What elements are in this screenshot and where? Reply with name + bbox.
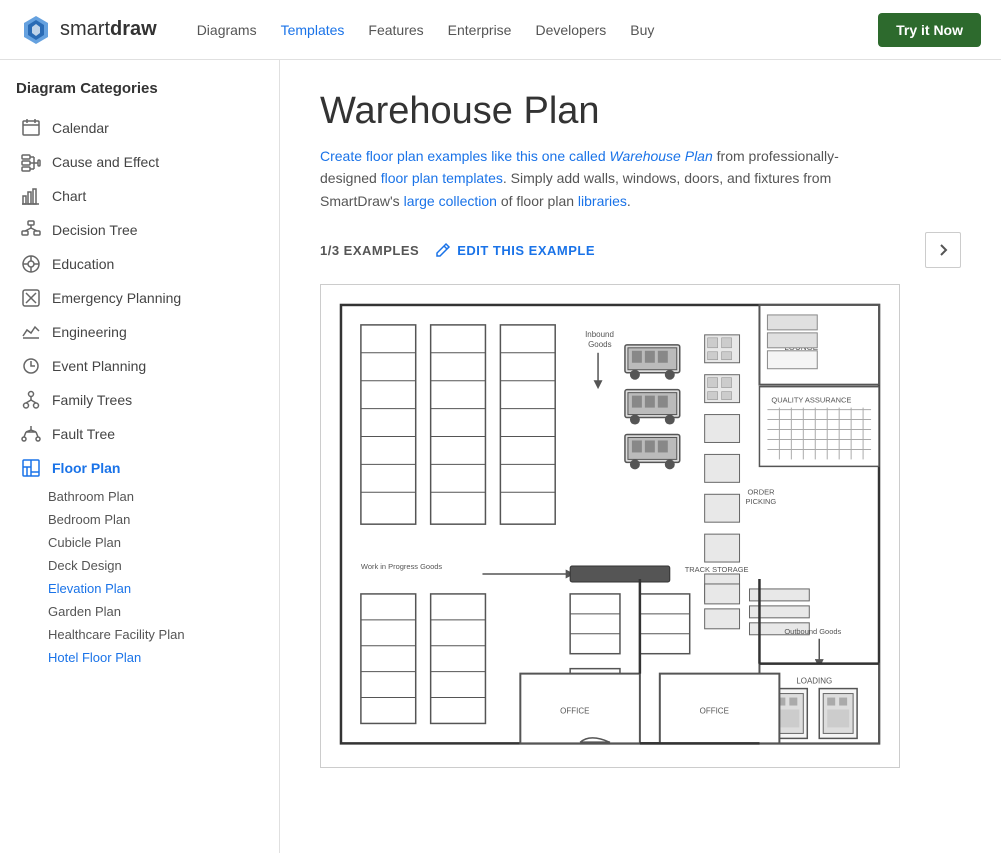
sidebar-item-fault-tree[interactable]: Fault Tree: [16, 417, 263, 451]
sub-item-bedroom[interactable]: Bedroom Plan: [48, 508, 263, 531]
sidebar-item-family-trees[interactable]: Family Trees: [16, 383, 263, 417]
sidebar-sub-items: Bathroom Plan Bedroom Plan Cubicle Plan …: [16, 485, 263, 669]
sidebar-item-floor-plan[interactable]: Floor Plan: [16, 451, 263, 485]
nav-enterprise[interactable]: Enterprise: [448, 22, 512, 38]
chart-icon: [20, 185, 42, 207]
try-now-button[interactable]: Try it Now: [878, 13, 981, 47]
sidebar-label-engineering: Engineering: [52, 324, 127, 340]
main-container: Diagram Categories Calendar: [0, 60, 1001, 853]
svg-text:QUALITY ASSURANCE: QUALITY ASSURANCE: [771, 396, 851, 405]
svg-text:Inbound: Inbound: [585, 330, 614, 339]
emergency-icon: [20, 287, 42, 309]
sidebar-item-emergency[interactable]: Emergency Planning: [16, 281, 263, 315]
sidebar-label-cause-effect: Cause and Effect: [52, 154, 159, 170]
sidebar: Diagram Categories Calendar: [0, 60, 280, 853]
event-icon: [20, 355, 42, 377]
navbar: smartdraw Diagrams Templates Features En…: [0, 0, 1001, 60]
sub-item-deck[interactable]: Deck Design: [48, 554, 263, 577]
svg-text:Work in Progress Goods: Work in Progress Goods: [361, 562, 442, 571]
main-content: Warehouse Plan Create floor plan example…: [280, 60, 1001, 853]
sub-item-healthcare[interactable]: Healthcare Facility Plan: [48, 623, 263, 646]
sidebar-item-cause-effect[interactable]: Cause and Effect: [16, 145, 263, 179]
svg-text:ORDER: ORDER: [748, 487, 776, 496]
nav-developers[interactable]: Developers: [535, 22, 606, 38]
sidebar-label-floor-plan: Floor Plan: [52, 460, 120, 476]
sub-item-cubicle[interactable]: Cubicle Plan: [48, 531, 263, 554]
warehouse-svg: Inbound Goods: [331, 295, 889, 753]
svg-text:PICKING: PICKING: [746, 497, 777, 506]
svg-text:LOADING: LOADING: [796, 677, 832, 686]
fault-tree-icon: [20, 423, 42, 445]
nav-links: Diagrams Templates Features Enterprise D…: [197, 22, 878, 38]
sub-item-bathroom[interactable]: Bathroom Plan: [48, 485, 263, 508]
svg-text:TRACK STORAGE: TRACK STORAGE: [685, 565, 749, 574]
sub-item-hotel[interactable]: Hotel Floor Plan: [48, 646, 263, 669]
page-description: Create floor plan examples like this one…: [320, 145, 880, 212]
sidebar-item-decision-tree[interactable]: Decision Tree: [16, 213, 263, 247]
example-count: 1/3 EXAMPLES: [320, 243, 419, 258]
calendar-icon: [20, 117, 42, 139]
sidebar-item-event[interactable]: Event Planning: [16, 349, 263, 383]
edit-label: EDIT THIS EXAMPLE: [457, 243, 595, 258]
sidebar-label-event: Event Planning: [52, 358, 146, 374]
nav-diagrams[interactable]: Diagrams: [197, 22, 257, 38]
warehouse-diagram: Inbound Goods: [320, 284, 900, 767]
sidebar-heading: Diagram Categories: [16, 80, 263, 97]
logo[interactable]: smartdraw: [20, 14, 157, 46]
sidebar-label-education: Education: [52, 256, 114, 272]
sidebar-item-chart[interactable]: Chart: [16, 179, 263, 213]
sidebar-label-calendar: Calendar: [52, 120, 109, 136]
sidebar-label-decision-tree: Decision Tree: [52, 222, 138, 238]
sidebar-item-calendar[interactable]: Calendar: [16, 111, 263, 145]
sidebar-item-education[interactable]: Education: [16, 247, 263, 281]
floor-plan-icon: [20, 457, 42, 479]
svg-text:Goods: Goods: [588, 340, 611, 349]
engineering-icon: [20, 321, 42, 343]
sidebar-label-chart: Chart: [52, 188, 86, 204]
page-title: Warehouse Plan: [320, 90, 961, 133]
logo-text: smartdraw: [60, 18, 157, 41]
sub-item-garden[interactable]: Garden Plan: [48, 600, 263, 623]
next-example-button[interactable]: [925, 232, 961, 268]
nav-buy[interactable]: Buy: [630, 22, 654, 38]
decision-tree-icon: [20, 219, 42, 241]
nav-templates[interactable]: Templates: [281, 22, 345, 38]
family-trees-icon: [20, 389, 42, 411]
sidebar-label-family-trees: Family Trees: [52, 392, 132, 408]
edit-example-link[interactable]: EDIT THIS EXAMPLE: [435, 242, 595, 258]
sub-item-elevation[interactable]: Elevation Plan: [48, 577, 263, 600]
education-icon: [20, 253, 42, 275]
sidebar-item-engineering[interactable]: Engineering: [16, 315, 263, 349]
sidebar-label-fault-tree: Fault Tree: [52, 426, 115, 442]
example-bar: 1/3 EXAMPLES EDIT THIS EXAMPLE: [320, 232, 961, 268]
svg-text:OFFICE: OFFICE: [560, 707, 589, 716]
nav-features[interactable]: Features: [368, 22, 423, 38]
svg-text:OFFICE: OFFICE: [700, 707, 729, 716]
cause-effect-icon: [20, 151, 42, 173]
sidebar-label-emergency: Emergency Planning: [52, 290, 181, 306]
svg-text:Outbound Goods: Outbound Goods: [784, 627, 841, 636]
